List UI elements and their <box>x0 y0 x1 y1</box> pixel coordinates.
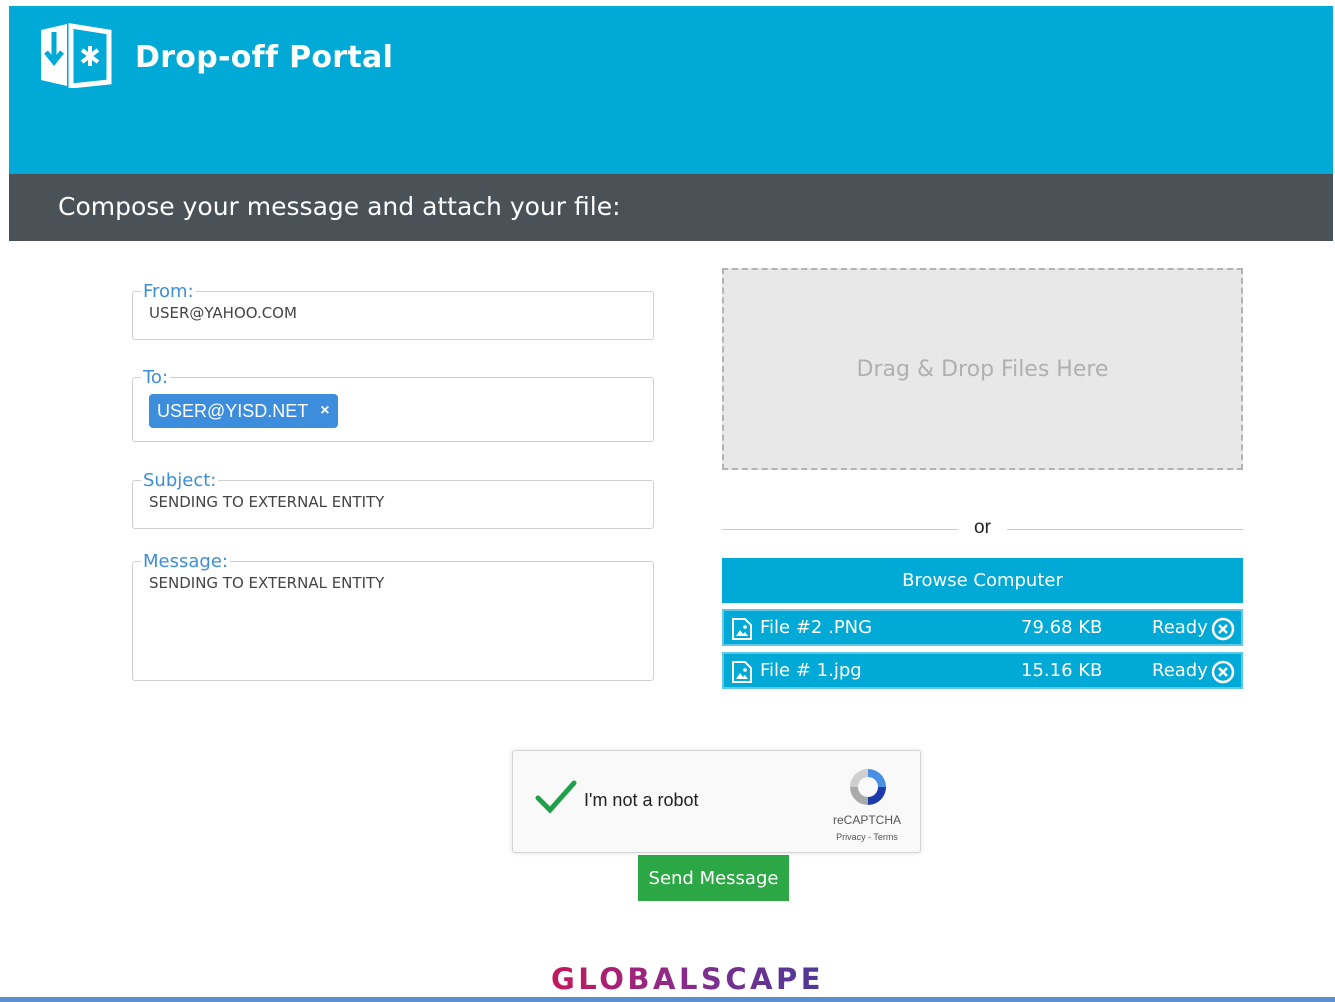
divider-line-right <box>1007 529 1243 530</box>
from-field[interactable]: From: USER@YAHOO.COM <box>132 281 654 340</box>
globalscape-logo: GLOBALSCAPE <box>551 962 825 996</box>
remove-file-icon[interactable] <box>1211 617 1235 641</box>
dropzone-text: Drag & Drop Files Here <box>856 356 1109 382</box>
header-banner: Drop-off Portal <box>9 6 1333 174</box>
file-size: 79.68 KB <box>1021 617 1103 638</box>
message-textarea[interactable]: SENDING TO EXTERNAL ENTITY <box>149 574 637 592</box>
subject-label: Subject: <box>143 470 217 491</box>
from-label: From: <box>143 281 194 302</box>
not-robot-label: I'm not a robot <box>584 790 699 810</box>
file-size: 15.16 KB <box>1021 660 1103 681</box>
message-field[interactable]: Message: SENDING TO EXTERNAL ENTITY <box>132 551 654 681</box>
message-label: Message: <box>143 551 228 572</box>
send-message-button[interactable]: Send Message <box>638 855 789 901</box>
brand-title: Drop-off Portal <box>135 40 394 75</box>
footer-bar <box>0 997 1335 1002</box>
browse-computer-button[interactable]: Browse Computer <box>722 558 1243 603</box>
to-field[interactable]: To: USER@YISD.NET × <box>132 367 654 442</box>
remove-recipient-icon[interactable]: × <box>320 402 329 420</box>
recaptcha-widget: I'm not a robot reCAPTCHA Privacy - Term… <box>512 750 921 853</box>
file-name: File # 1.jpg <box>760 660 862 681</box>
compose-heading: Compose your message and attach your fil… <box>58 192 621 221</box>
checkmark-icon[interactable] <box>535 779 577 815</box>
recipient-email: USER@YISD.NET <box>157 400 309 421</box>
recipient-tag: USER@YISD.NET × <box>149 394 338 428</box>
remove-file-icon[interactable] <box>1211 660 1235 684</box>
to-label: To: <box>143 367 169 388</box>
recaptcha-privacy-terms-link[interactable]: Privacy - Terms <box>813 832 921 842</box>
image-file-icon <box>732 661 752 683</box>
subject-field[interactable]: Subject: SENDING TO EXTERNAL ENTITY <box>132 470 654 529</box>
file-status: Ready <box>1152 660 1208 681</box>
file-name: File #2 .PNG <box>760 617 873 638</box>
recaptcha-logo-icon <box>850 769 886 805</box>
or-divider: or <box>722 517 1243 541</box>
file-row: File #2 .PNG 79.68 KB Ready <box>722 609 1243 646</box>
file-dropzone[interactable]: Drag & Drop Files Here <box>722 268 1243 470</box>
from-input[interactable]: USER@YAHOO.COM <box>149 304 637 322</box>
or-text: or <box>974 517 991 538</box>
dropbox-upload-icon <box>41 23 112 88</box>
subject-input[interactable]: SENDING TO EXTERNAL ENTITY <box>149 493 637 511</box>
compose-heading-bar: Compose your message and attach your fil… <box>9 174 1333 241</box>
file-row: File # 1.jpg 15.16 KB Ready <box>722 652 1243 689</box>
file-status: Ready <box>1152 617 1208 638</box>
image-file-icon <box>732 618 752 640</box>
recaptcha-brand: reCAPTCHA <box>832 813 901 827</box>
